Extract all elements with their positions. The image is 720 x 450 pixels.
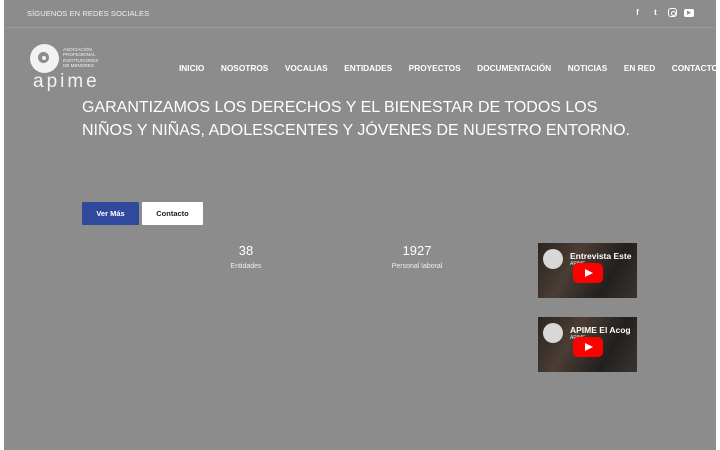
facebook-icon[interactable]: f [632, 7, 643, 18]
play-icon[interactable] [573, 263, 603, 283]
logo-subtitle: ASOCIACIÓN PROFESIONAL INSTITUCIONES DE … [63, 47, 99, 68]
stat-value: 1927 [402, 243, 432, 258]
stat-personal-laboral: 1927 Personal laboral [377, 243, 457, 270]
nav-item-nosotros[interactable]: NOSOTROS [221, 63, 268, 73]
nav-item-vocalias[interactable]: VOCALIAS [285, 63, 328, 73]
nav-item-documentacion[interactable]: DOCUMENTACIÓN [477, 63, 551, 73]
nav-item-entidades[interactable]: ENTIDADES [344, 63, 392, 73]
nav-item-noticias[interactable]: NOTICIAS [568, 63, 608, 73]
ver-mas-button[interactable]: Ver Más [82, 202, 139, 225]
logo-mark-icon [30, 44, 59, 73]
nav-item-en-red[interactable]: EN RED [624, 63, 655, 73]
video-title: Entrevista Este [570, 251, 632, 261]
hero-headline: GARANTIZAMOS LOS DERECHOS Y EL BIENESTAR… [82, 99, 630, 139]
stat-label: Entidades [230, 263, 262, 270]
nav-item-inicio[interactable]: INICIO [179, 63, 204, 73]
instagram-icon[interactable] [668, 8, 677, 17]
social-links: f t ▶ [632, 7, 694, 18]
twitter-icon[interactable]: t [650, 7, 661, 18]
youtube-icon[interactable]: ▶ [684, 9, 694, 17]
stat-label: Personal laboral [391, 263, 443, 270]
channel-avatar [543, 249, 563, 269]
page-overlay: SÍGUENOS EN REDES SOCIALES f t ▶ ASOCIAC… [4, 0, 716, 450]
main-nav: INICIO NOSOTROS VOCALIAS ENTIDADES PROYE… [179, 63, 716, 73]
follow-us-text: SÍGUENOS EN REDES SOCIALES [27, 9, 150, 18]
top-bar: SÍGUENOS EN REDES SOCIALES f t ▶ [4, 0, 716, 28]
apime-logo[interactable]: ASOCIACIÓN PROFESIONAL INSTITUCIONES DE … [30, 44, 110, 94]
video-thumbnail[interactable]: APIME El Acog APIME [538, 317, 637, 372]
contacto-button[interactable]: Contacto [142, 202, 203, 225]
video-title: APIME El Acog [570, 325, 631, 335]
video-thumbnail[interactable]: Entrevista Este APIME [538, 243, 637, 298]
nav-item-proyectos[interactable]: PROYECTOS [409, 63, 461, 73]
stat-entidades: 38 Entidades [206, 243, 286, 270]
play-icon[interactable] [573, 337, 603, 357]
nav-item-contacto[interactable]: CONTACTO [672, 63, 716, 73]
stat-value: 38 [238, 243, 254, 258]
channel-avatar [543, 323, 563, 343]
logo-wordmark: apime [33, 71, 100, 92]
